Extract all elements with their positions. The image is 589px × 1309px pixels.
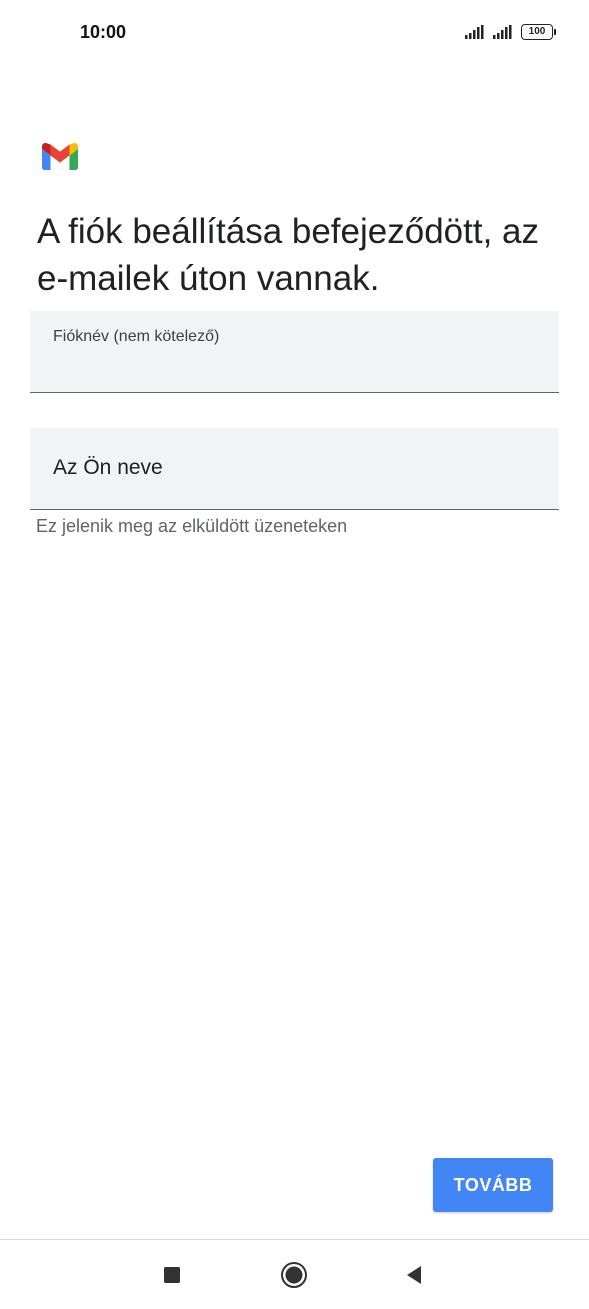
battery-icon: 100 [521,24,556,40]
next-button[interactable]: TOVÁBB [433,1158,553,1212]
recents-icon [164,1266,180,1283]
status-time: 10:00 [80,22,127,42]
your-name-field[interactable]: Az Ön neve [30,428,559,510]
your-name-helper-text: Ez jelenik meg az elküldött üzeneteken [36,516,348,536]
account-name-label: Fióknév (nem kötelező) [53,328,220,345]
status-icons: 100 [465,24,556,40]
back-icon [407,1265,421,1284]
back-button[interactable] [374,1240,454,1309]
navigation-bar [0,1240,589,1309]
screen: 10:00 100 A fiók beállítása befejeződött… [0,0,589,1309]
status-bar: 10:00 100 [0,0,589,68]
account-name-field[interactable]: Fióknév (nem kötelező) [30,311,559,393]
signal-icon [493,25,512,39]
home-icon [281,1261,307,1288]
gmail-logo-icon [42,143,78,170]
your-name-placeholder[interactable]: Az Ön neve [53,456,163,480]
home-button[interactable] [254,1240,334,1309]
page-title: A fiók beállítása befejeződött, az e-mai… [37,212,539,298]
recents-button[interactable] [132,1240,212,1309]
account-name-input[interactable] [53,353,533,383]
signal-icon [465,25,484,39]
